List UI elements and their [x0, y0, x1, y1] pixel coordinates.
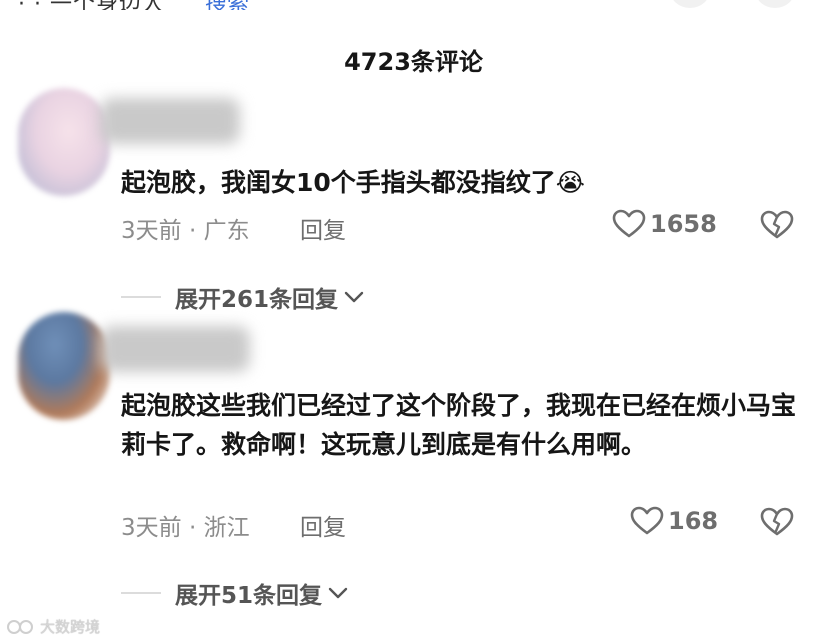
- comment-text: 起泡胶，我闺女10个手指头都没指纹了😭: [121, 168, 586, 197]
- cutoff-search-link[interactable]: 搜索: [205, 0, 249, 10]
- like-count: 1658: [650, 210, 717, 238]
- avatar[interactable]: [18, 88, 110, 196]
- expand-divider-line: [121, 296, 161, 298]
- comment-time-location: 3天前 · 广东: [121, 218, 250, 244]
- cutoff-text: · · 一个身边人: [18, 0, 165, 10]
- like-button[interactable]: 168: [630, 506, 718, 536]
- comment-time-location: 3天前 · 浙江: [121, 515, 250, 541]
- broken-heart-icon: [760, 210, 794, 239]
- expand-divider-line: [121, 592, 161, 594]
- reply-button[interactable]: 回复: [300, 211, 346, 245]
- avatar[interactable]: [18, 312, 110, 420]
- expand-replies-label: 展开261条回复: [175, 287, 339, 313]
- dislike-button[interactable]: [760, 507, 794, 541]
- expand-replies-button[interactable]: 展开261条回复: [121, 280, 364, 314]
- watermark: 大数跨境: [6, 616, 100, 637]
- like-count: 168: [668, 507, 719, 535]
- watermark-text: 大数跨境: [40, 618, 101, 636]
- like-button[interactable]: 1658: [612, 209, 717, 239]
- username-blurred[interactable]: [100, 326, 250, 372]
- username-blurred[interactable]: [100, 98, 240, 144]
- comment-text: 起泡胶这些我们已经过了这个阶段了，我现在已经在烦小马宝莉卡了。救命啊！这玩意儿到…: [121, 391, 797, 459]
- chevron-down-icon: [344, 291, 364, 303]
- cutoff-button-circle[interactable]: [670, 0, 710, 8]
- expand-replies-button[interactable]: 展开51条回复: [121, 576, 348, 610]
- heart-outline-icon: [630, 506, 664, 535]
- expand-replies-label: 展开51条回复: [175, 583, 323, 609]
- chevron-down-icon: [328, 587, 348, 599]
- cutoff-close-circle[interactable]: [755, 0, 795, 8]
- top-strip-cutoff: · · 一个身边人 搜索: [0, 0, 827, 10]
- heart-outline-icon: [612, 209, 646, 238]
- reply-button[interactable]: 回复: [300, 508, 346, 542]
- dislike-button[interactable]: [760, 210, 794, 244]
- broken-heart-icon: [760, 507, 794, 536]
- comment-count-title: 4723条评论: [344, 48, 483, 76]
- watermark-logo-icon: [7, 619, 33, 634]
